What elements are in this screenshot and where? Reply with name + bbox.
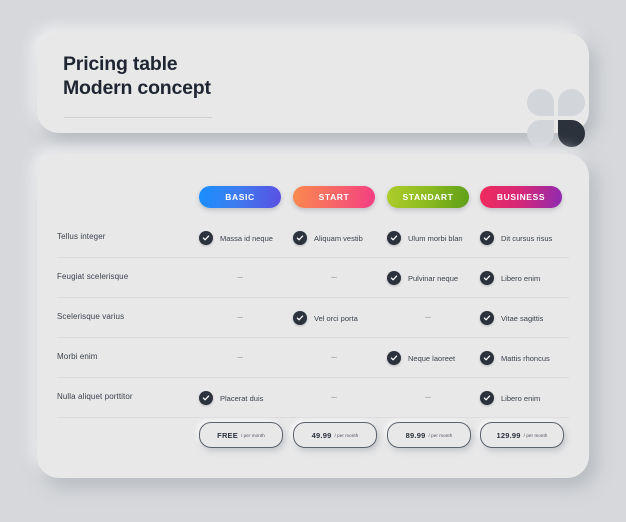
feature-cell-basic: Massa id neque (199, 229, 273, 247)
table-row: Tellus integer Massa id neque Aliquam ve… (37, 218, 589, 258)
feature-cell-business: Mattis rhoncus (480, 349, 550, 367)
feature-cell-text: Libero enim (501, 273, 541, 283)
header-card: Pricing table Modern concept (37, 33, 589, 147)
feature-label: Nulla aliquet porttitor (57, 392, 133, 401)
price-amount: 49.99 (311, 430, 332, 440)
four-petal-flower-logo (527, 89, 585, 147)
feature-label: Feugiat scelerisque (57, 272, 129, 281)
price-button-start[interactable]: 49.99 / per month (293, 422, 377, 448)
feature-cell-dash: – (331, 272, 337, 283)
table-row: Feugiat scelerisque – – Pulvinar neque L… (37, 258, 589, 298)
feature-cell-text: Neque laoreet (408, 353, 456, 363)
plan-button-standart[interactable]: STANDART (387, 186, 469, 208)
feature-cell-standart: Neque laoreet (387, 349, 455, 367)
feature-cell-business: Dit cursus risus (480, 229, 552, 247)
check-icon (387, 231, 401, 245)
check-icon (480, 271, 494, 285)
price-amount: 129.99 (496, 430, 521, 440)
price-period: / per month (334, 432, 359, 438)
pricing-table-card: BASIC START STANDART BUSINESS Tellus int… (37, 154, 589, 478)
price-button-standart[interactable]: 89.99 / per month (387, 422, 471, 448)
feature-cell-text: Placerat duis (220, 393, 264, 403)
feature-cell-standart: – (387, 309, 469, 327)
table-row: Morbi enim – – Neque laoreet Mattis rhon… (37, 338, 589, 378)
feature-cell-text: Pulvinar neque (408, 273, 459, 283)
check-icon (480, 231, 494, 245)
price-row: FREE / per month 49.99 / per month 89.99… (37, 422, 589, 448)
plan-label: STANDART (402, 192, 454, 202)
feature-cell-dash: – (331, 352, 337, 363)
feature-cell-text: Dit cursus risus (501, 233, 553, 243)
feature-cell-dash: – (237, 352, 243, 363)
price-button-basic[interactable]: FREE / per month (199, 422, 283, 448)
feature-cell-text: Ulum morbi blan (408, 233, 463, 243)
check-icon (199, 391, 213, 405)
feature-cell-start: Aliquam vestib (293, 229, 363, 247)
price-period: / per month (428, 432, 453, 438)
title-divider (64, 117, 212, 118)
feature-cell-dash: – (237, 272, 243, 283)
plan-label: BUSINESS (496, 192, 546, 202)
plan-header-row: BASIC START STANDART BUSINESS (37, 186, 589, 208)
feature-cell-basic: Placerat duis (199, 389, 263, 407)
logo-petal-top-right-icon (558, 89, 585, 116)
price-period: / per month (240, 432, 265, 438)
price-amount: FREE (217, 430, 238, 440)
feature-cell-text: Massa id neque (220, 233, 273, 243)
page-title-line-1: Pricing table (63, 53, 178, 75)
feature-cell-start: Vel orci porta (293, 309, 358, 327)
table-row: Nulla aliquet porttitor Placerat duis – … (37, 378, 589, 418)
feature-label: Scelerisque varius (57, 312, 125, 321)
feature-cell-basic: – (199, 309, 281, 327)
plan-label: START (318, 192, 350, 202)
feature-cell-text: Libero enim (501, 393, 541, 403)
logo-petal-top-left-icon (527, 89, 554, 116)
feature-cell-standart: Ulum morbi blan (387, 229, 463, 247)
feature-cell-business: Vitae sagittis (480, 309, 543, 327)
feature-cell-standart: Pulvinar neque (387, 269, 458, 287)
feature-cell-business: Libero enim (480, 269, 540, 287)
feature-label: Tellus integer (57, 232, 106, 241)
logo-petal-bottom-right-icon (558, 120, 585, 147)
feature-cell-dash: – (331, 392, 337, 403)
check-icon (480, 391, 494, 405)
feature-cell-dash: – (425, 392, 431, 403)
price-button-business[interactable]: 129.99 / per month (480, 422, 564, 448)
check-icon (293, 231, 307, 245)
feature-cell-start: – (293, 389, 375, 407)
feature-cell-basic: – (199, 269, 281, 287)
plan-button-business[interactable]: BUSINESS (480, 186, 562, 208)
check-icon (480, 311, 494, 325)
price-period: / per month (523, 432, 548, 438)
check-icon (199, 231, 213, 245)
table-row: Scelerisque varius – Vel orci porta – Vi… (37, 298, 589, 338)
page-title: Pricing table Modern concept (63, 52, 211, 100)
row-separator (57, 417, 569, 418)
feature-cell-business: Libero enim (480, 389, 540, 407)
page-title-line-2: Modern concept (63, 77, 211, 99)
feature-cell-start: – (293, 269, 375, 287)
feature-cell-dash: – (237, 312, 243, 323)
feature-cell-text: Vel orci porta (314, 313, 358, 323)
plan-label: BASIC (225, 192, 255, 202)
check-icon (480, 351, 494, 365)
plan-button-start[interactable]: START (293, 186, 375, 208)
check-icon (387, 351, 401, 365)
plan-button-basic[interactable]: BASIC (199, 186, 281, 208)
feature-cell-text: Mattis rhoncus (501, 353, 550, 363)
feature-cell-dash: – (425, 312, 431, 323)
feature-cell-basic: – (199, 349, 281, 367)
feature-rows: Tellus integer Massa id neque Aliquam ve… (37, 218, 589, 418)
feature-label: Morbi enim (57, 352, 98, 361)
feature-cell-text: Vitae sagittis (501, 313, 544, 323)
feature-cell-text: Aliquam vestib (314, 233, 363, 243)
logo-petal-bottom-left-icon (527, 120, 554, 147)
feature-cell-standart: – (387, 389, 469, 407)
check-icon (387, 271, 401, 285)
check-icon (293, 311, 307, 325)
price-amount: 89.99 (405, 430, 426, 440)
feature-cell-start: – (293, 349, 375, 367)
